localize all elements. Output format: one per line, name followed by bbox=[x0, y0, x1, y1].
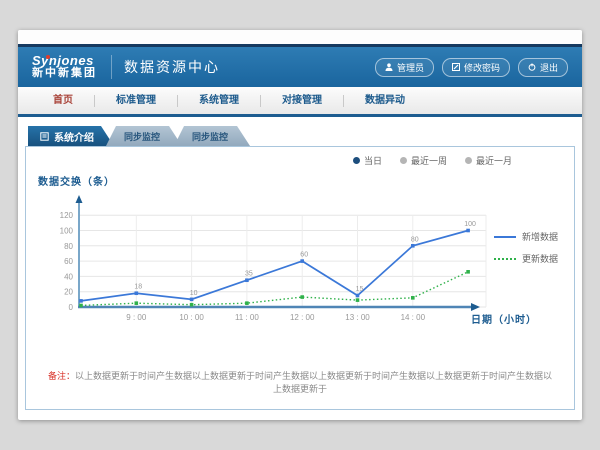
page-title: 数据资源中心 bbox=[124, 57, 220, 77]
svg-text:10: 10 bbox=[190, 290, 198, 297]
power-icon bbox=[528, 63, 536, 71]
period-option-today[interactable]: 当日 bbox=[353, 154, 382, 167]
tab-bar: 系统介绍 同步监控 同步监控 bbox=[28, 126, 582, 146]
svg-text:120: 120 bbox=[60, 211, 74, 220]
legend-item-new-data[interactable]: 新增数据 bbox=[494, 230, 558, 243]
svg-text:100: 100 bbox=[60, 227, 74, 236]
svg-text:100: 100 bbox=[464, 221, 476, 228]
period-label: 最近一周 bbox=[411, 154, 447, 167]
nav-item-system-mgmt[interactable]: 系统管理 bbox=[178, 87, 260, 114]
svg-text:40: 40 bbox=[64, 272, 73, 281]
chart-panel: 当日 最近一周 最近一月 数据交换（条） 0 20 40 60 80 100 120 9 : … bbox=[25, 146, 575, 410]
legend-item-update-data[interactable]: 更新数据 bbox=[494, 252, 558, 265]
logout-label: 退出 bbox=[540, 61, 558, 74]
admin-user-label: 管理员 bbox=[397, 61, 424, 74]
logo-text-cn: 新中新集团 bbox=[32, 68, 97, 80]
period-selector: 当日 最近一周 最近一月 bbox=[26, 147, 574, 167]
tab-label: 系统介绍 bbox=[54, 129, 94, 144]
document-icon bbox=[40, 132, 49, 141]
y-axis-title: 数据交换（条） bbox=[38, 173, 574, 188]
svg-text:20: 20 bbox=[64, 288, 73, 297]
svg-text:80: 80 bbox=[411, 236, 419, 243]
edit-icon bbox=[452, 63, 460, 71]
window-top-strip bbox=[18, 30, 582, 44]
svg-text:35: 35 bbox=[245, 271, 253, 278]
svg-text:12 : 00: 12 : 00 bbox=[290, 313, 315, 322]
note-text: 以上数据更新于时间产生数据以上数据更新于时间产生数据以上数据更新于时间产生数据以… bbox=[75, 371, 552, 394]
svg-text:9 : 00: 9 : 00 bbox=[126, 313, 147, 322]
app-window: Synjones 新中新集团 数据资源中心 管理员 修改密码 退出 首页 标准管… bbox=[18, 30, 582, 420]
header-actions: 管理员 修改密码 退出 bbox=[375, 58, 568, 77]
svg-text:60: 60 bbox=[300, 252, 308, 259]
app-header: Synjones 新中新集团 数据资源中心 管理员 修改密码 退出 bbox=[18, 47, 582, 87]
svg-text:13 : 00: 13 : 00 bbox=[345, 313, 370, 322]
header-divider bbox=[111, 55, 112, 79]
tab-sync-monitor-1[interactable]: 同步监控 bbox=[106, 126, 182, 146]
radio-icon bbox=[400, 157, 407, 164]
green-dotted-swatch-icon bbox=[494, 258, 516, 260]
content-area: 系统介绍 同步监控 同步监控 当日 最近一周 bbox=[18, 117, 582, 417]
admin-user-button[interactable]: 管理员 bbox=[375, 58, 434, 77]
chart-canvas: 0 20 40 60 80 100 120 9 : 00 10 : 00 11 : 00 12 : … bbox=[26, 190, 574, 342]
change-password-button[interactable]: 修改密码 bbox=[442, 58, 510, 77]
svg-text:14 : 00: 14 : 00 bbox=[401, 313, 426, 322]
nav-item-interface-mgmt[interactable]: 对接管理 bbox=[261, 87, 343, 114]
svg-text:0: 0 bbox=[69, 303, 74, 312]
radio-icon bbox=[353, 157, 360, 164]
legend-label: 更新数据 bbox=[522, 252, 558, 265]
svg-text:11 : 00: 11 : 00 bbox=[235, 313, 259, 322]
svg-text:日期（小时）: 日期（小时） bbox=[471, 313, 537, 326]
svg-text:10 : 00: 10 : 00 bbox=[179, 313, 204, 322]
nav-item-standard-mgmt[interactable]: 标准管理 bbox=[95, 87, 177, 114]
period-label: 当日 bbox=[364, 154, 382, 167]
user-icon bbox=[385, 63, 393, 71]
period-option-last-week[interactable]: 最近一周 bbox=[400, 154, 447, 167]
nav-item-data-change[interactable]: 数据异动 bbox=[344, 87, 426, 114]
tab-system-intro[interactable]: 系统介绍 bbox=[28, 126, 114, 146]
period-option-last-month[interactable]: 最近一月 bbox=[465, 154, 512, 167]
chart-legend: 新增数据 更新数据 bbox=[494, 230, 558, 265]
blue-line-swatch-icon bbox=[494, 236, 516, 238]
logout-button[interactable]: 退出 bbox=[518, 58, 568, 77]
svg-text:18: 18 bbox=[134, 284, 142, 291]
period-label: 最近一月 bbox=[476, 154, 512, 167]
brand-logo: Synjones 新中新集团 bbox=[32, 54, 111, 79]
svg-text:60: 60 bbox=[64, 257, 73, 266]
tab-label: 同步监控 bbox=[192, 130, 228, 143]
radio-icon bbox=[465, 157, 472, 164]
svg-text:80: 80 bbox=[64, 242, 73, 251]
main-nav: 首页 标准管理 系统管理 对接管理 数据异动 bbox=[18, 87, 582, 117]
svg-text:15: 15 bbox=[356, 286, 364, 293]
legend-label: 新增数据 bbox=[522, 230, 558, 243]
logo-text-en: Synjones bbox=[32, 54, 97, 68]
change-password-label: 修改密码 bbox=[464, 61, 500, 74]
tab-sync-monitor-2[interactable]: 同步监控 bbox=[174, 126, 250, 146]
line-chart: 0 20 40 60 80 100 120 9 : 00 10 : 00 11 : 00 12 : … bbox=[26, 190, 574, 342]
note-prefix: 备注： bbox=[48, 371, 75, 381]
footer-note: 备注：以上数据更新于时间产生数据以上数据更新于时间产生数据以上数据更新于时间产生… bbox=[26, 369, 574, 395]
tab-label: 同步监控 bbox=[124, 130, 160, 143]
nav-item-home[interactable]: 首页 bbox=[32, 87, 94, 114]
